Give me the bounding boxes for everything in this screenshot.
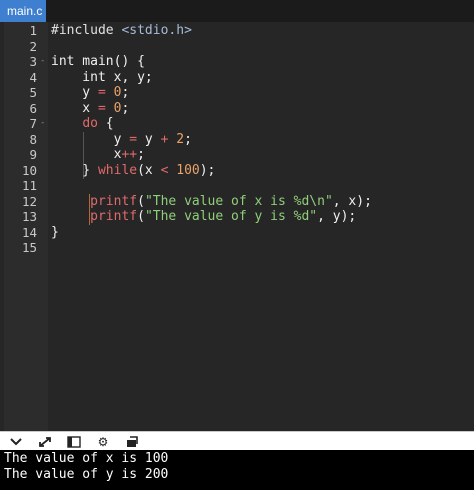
code-line[interactable]: 9 x++; <box>4 147 474 163</box>
code-line[interactable]: 11 <box>4 178 474 194</box>
line-number: 11 <box>21 178 37 193</box>
code-line[interactable]: 3- int main() { <box>4 54 474 70</box>
console-output: The value of x is 100 The value of y is … <box>0 450 474 490</box>
tab-main-c[interactable]: main.c <box>0 0 46 22</box>
line-number: 9 <box>29 147 37 162</box>
tab-bar: main.c <box>0 0 474 22</box>
code-text: } while(x < 100); <box>51 162 216 178</box>
code-text: printf("The value of x is %d\n", x); <box>90 193 372 209</box>
line-number: 6 <box>29 100 37 116</box>
chevron-down-icon[interactable] <box>6 432 26 451</box>
fold-toggle-icon[interactable]: - <box>40 54 45 70</box>
code-text: int main() { <box>51 54 145 69</box>
console-line: The value of x is 100 <box>4 451 169 466</box>
console-toolbar: ⚙ <box>0 431 474 450</box>
code-line[interactable]: 7- do { <box>4 116 474 132</box>
code-text: y = 0; <box>51 85 130 100</box>
code-text: do { <box>82 116 114 131</box>
code-line[interactable]: 12 printf("The value of x is %d\n", x); <box>4 194 474 210</box>
code-text: int x, y; <box>51 69 153 85</box>
code-text: y = y + 2; <box>51 131 192 147</box>
code-line[interactable]: 6 x = 0; <box>4 101 474 117</box>
panel-icon[interactable] <box>64 432 84 451</box>
code-line[interactable]: 10 } while(x < 100); <box>4 163 474 179</box>
expand-icon[interactable] <box>35 432 55 451</box>
line-number: 3 <box>29 54 37 69</box>
line-number: 15 <box>21 240 37 255</box>
code-line[interactable]: 4 int x, y; <box>4 70 474 86</box>
line-number: 7 <box>29 116 37 131</box>
line-number: 1 <box>29 23 37 38</box>
code-line[interactable]: 8 y = y + 2; <box>4 132 474 148</box>
export-icon[interactable] <box>122 432 142 451</box>
code-line[interactable]: 13 printf("The value of y is %d", y); <box>4 209 474 225</box>
line-number: 14 <box>21 224 37 240</box>
line-number: 10 <box>21 162 37 178</box>
code-line[interactable]: 15 <box>4 240 474 256</box>
code-text: } <box>51 224 59 240</box>
code-line[interactable]: 14} <box>4 225 474 241</box>
code-text: x++; <box>51 147 145 162</box>
code-text: printf("The value of y is %d", y); <box>90 209 357 224</box>
line-number: 5 <box>29 85 37 100</box>
code-text: #include <stdio.h> <box>51 23 192 38</box>
line-number: 13 <box>21 209 37 224</box>
code-line[interactable]: 2 <box>4 39 474 55</box>
line-number: 12 <box>21 193 37 209</box>
code-line[interactable]: 1 #include <stdio.h> <box>4 23 474 39</box>
code-line[interactable]: 5 y = 0; <box>4 85 474 101</box>
line-number: 2 <box>29 38 37 54</box>
line-number: 8 <box>29 131 37 147</box>
code-text: x = 0; <box>51 100 130 116</box>
console-line: The value of y is 200 <box>4 467 169 482</box>
code-editor[interactable]: 1 #include <stdio.h> 2 3- int main() {4 int … <box>4 22 474 431</box>
line-number: 4 <box>29 69 37 85</box>
fold-toggle-icon[interactable]: - <box>40 116 45 132</box>
gear-icon[interactable]: ⚙ <box>93 432 113 451</box>
